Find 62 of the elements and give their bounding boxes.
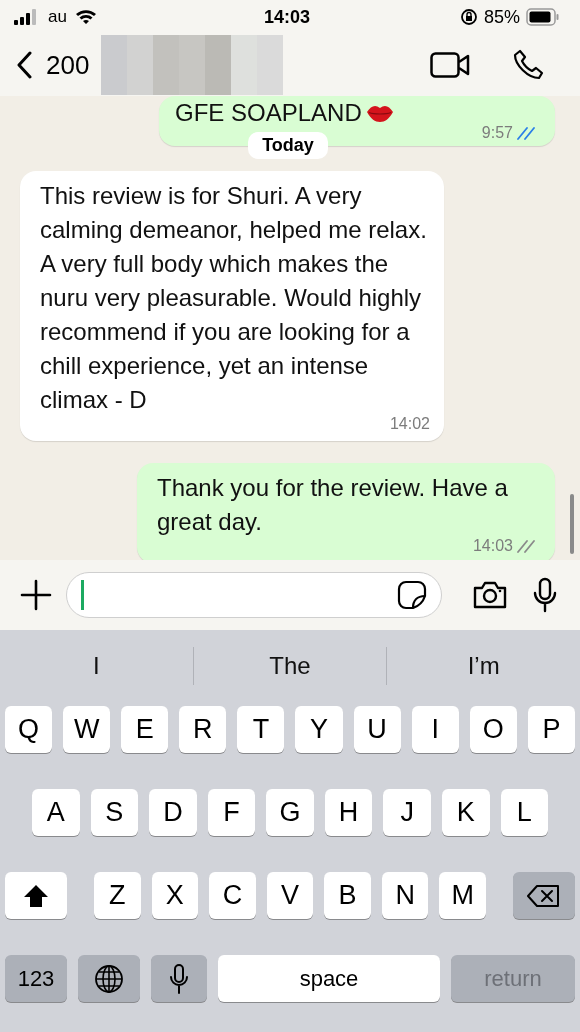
battery-percent: 85% <box>483 6 520 28</box>
key[interactable]: G <box>266 789 314 836</box>
dictation-key[interactable] <box>151 955 207 1002</box>
key[interactable]: V <box>266 872 314 919</box>
lips-icon <box>365 103 394 123</box>
key[interactable]: T <box>237 706 285 753</box>
message-text: Thank you for the review. Have a great day. <box>157 473 509 537</box>
key[interactable]: U <box>353 706 401 753</box>
clock: 14:03 <box>263 6 310 28</box>
key[interactable]: O <box>469 706 517 753</box>
microphone-icon[interactable] <box>532 577 558 613</box>
key[interactable]: H <box>324 789 373 836</box>
message-input-field[interactable] <box>66 572 442 618</box>
carrier-label: au <box>48 7 67 27</box>
key[interactable]: R <box>179 706 227 753</box>
suggestion[interactable]: The <box>193 651 387 681</box>
key[interactable]: N <box>381 872 429 919</box>
key[interactable]: L <box>500 789 549 836</box>
key[interactable]: Z <box>94 872 141 919</box>
key[interactable]: A <box>32 789 80 836</box>
key[interactable]: Q <box>5 706 53 753</box>
message-text: GFE SOAPLAND <box>175 98 362 128</box>
globe-icon <box>94 963 124 994</box>
phone-call-icon[interactable] <box>512 49 544 81</box>
key[interactable]: E <box>121 706 169 753</box>
backspace-icon <box>527 883 561 908</box>
space-key[interactable]: space <box>218 955 440 1002</box>
plus-icon[interactable] <box>20 579 52 611</box>
message-time: 14:03 <box>472 537 513 555</box>
key[interactable]: P <box>527 706 575 753</box>
suggestion[interactable]: I’m <box>387 651 580 681</box>
sticker-icon[interactable] <box>397 580 427 610</box>
scroll-bar <box>570 494 574 554</box>
contact-name[interactable]: 200 <box>46 49 90 81</box>
key[interactable]: F <box>207 789 256 836</box>
key[interactable]: K <box>441 789 490 836</box>
key[interactable]: D <box>149 789 197 836</box>
suggestion[interactable]: I <box>0 651 193 681</box>
key[interactable]: C <box>209 872 256 919</box>
key[interactable]: X <box>151 872 199 919</box>
key[interactable]: B <box>324 872 371 919</box>
key[interactable]: M <box>439 872 487 919</box>
shift-icon <box>23 883 49 908</box>
message-time: 14:02 <box>389 415 430 433</box>
camera-icon[interactable] <box>472 580 508 610</box>
message-time: 9:57 <box>481 124 513 142</box>
microphone-icon <box>169 962 189 995</box>
globe-key[interactable] <box>78 955 140 1002</box>
numbers-key[interactable]: 123 <box>5 955 67 1002</box>
key[interactable]: W <box>63 706 111 753</box>
key[interactable]: Y <box>295 706 343 753</box>
key[interactable]: S <box>90 789 139 836</box>
shift-key[interactable] <box>5 872 67 919</box>
key[interactable]: I <box>411 706 459 753</box>
message-text: This review is for Shuri. A very calming demeanor, helped me relax. A very full body which makes the nuru very pleasurable. Would highly recommend if you are looking for a chill experience, yet an intense climax - D <box>40 181 428 415</box>
video-call-icon[interactable] <box>430 52 470 78</box>
rotation-lock-icon <box>459 8 478 26</box>
wifi-icon <box>74 9 97 25</box>
date-chip: Today <box>248 132 328 159</box>
battery-icon <box>526 8 560 26</box>
backspace-key[interactable] <box>513 872 575 919</box>
key[interactable]: J <box>383 789 431 836</box>
